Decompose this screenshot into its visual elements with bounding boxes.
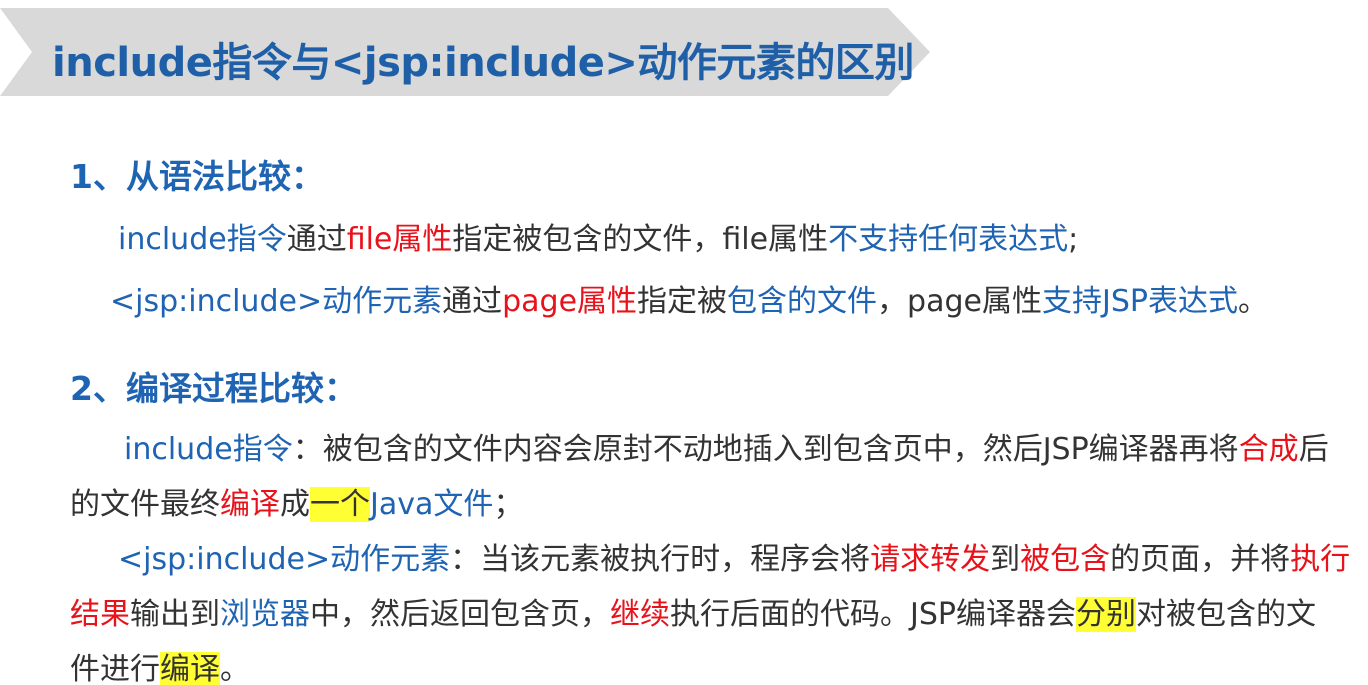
term-jsp-include-action: <jsp:include>动作元素 — [118, 542, 451, 577]
text: 的文件最终 — [70, 487, 220, 522]
term-include-directive: include指令 — [118, 222, 287, 257]
text: 。 — [1237, 284, 1268, 319]
emphasis-file-attr: file属性 — [346, 222, 453, 257]
text: 执行后面的代码。JSP编译器会 — [670, 597, 1076, 632]
section1-heading: 1、从语法比较： — [70, 157, 324, 196]
text: ，page属性 — [877, 284, 1042, 319]
text: 件进行 — [70, 652, 160, 685]
text: 对被包含的文 — [1135, 597, 1316, 632]
emphasis-included-file: 包含的文件 — [727, 284, 878, 319]
emphasis-jsp-expression: 支持JSP表达式 — [1041, 284, 1238, 319]
text: 的页面，并将 — [1110, 542, 1291, 577]
text: 到 — [990, 542, 1021, 577]
text: ：被包含的文件内容会原封不动地插入到包含页中，然后JSP编译器再将 — [292, 432, 1239, 467]
section2-p1-line2: 的文件最终编译成一个Java文件； — [70, 479, 523, 523]
term-include-directive: include指令 — [124, 432, 293, 467]
emphasis-merge: 合成 — [1238, 432, 1299, 467]
text: 后 — [1298, 432, 1329, 467]
text: 指定被包含的文件，file属性 — [452, 222, 829, 257]
text: 输出到 — [130, 597, 220, 632]
section1-line2: <jsp:include>动作元素通过page属性指定被包含的文件，page属性… — [110, 276, 1268, 320]
emphasis-result: 结果 — [70, 597, 130, 632]
highlight-one: 一个 — [310, 487, 370, 522]
emphasis-continue: 继续 — [610, 597, 670, 632]
emphasis-request-forward: 请求转发 — [870, 542, 991, 577]
emphasis-page-attr: page属性 — [502, 284, 638, 319]
highlight-separately: 分别 — [1075, 597, 1136, 632]
emphasis-execute: 执行 — [1290, 542, 1351, 577]
text: 中，然后返回包含页， — [310, 597, 610, 632]
section2-p2-line2: 结果输出到浏览器中，然后返回包含页，继续执行后面的代码。JSP编译器会分别对被包… — [70, 589, 1316, 633]
emphasis-included: 被包含 — [1020, 542, 1111, 577]
text: 通过 — [286, 222, 347, 257]
text: 指定被 — [637, 284, 728, 319]
text: ； — [493, 487, 524, 522]
term-browser: 浏览器 — [220, 597, 310, 632]
text: 。 — [220, 652, 250, 685]
section1-line1: include指令通过file属性指定被包含的文件，file属性不支持任何表达式… — [118, 214, 1078, 258]
term-java-file: Java文件 — [370, 487, 494, 522]
emphasis-compile: 编译 — [220, 487, 280, 522]
text: ; — [1068, 222, 1079, 257]
section2-heading: 2、编译过程比较： — [70, 369, 357, 408]
section2-p2-line3: 件进行编译。 — [70, 644, 250, 685]
text: 成 — [280, 487, 310, 522]
term-jsp-include-action: <jsp:include>动作元素 — [110, 284, 443, 319]
slide: include指令与<jsp:include>动作元素的区别 1、从语法比较： … — [0, 0, 1368, 685]
text: 通过 — [442, 284, 503, 319]
section2-p2-line1: <jsp:include>动作元素：当该元素被执行时，程序会将请求转发到被包含的… — [118, 534, 1350, 578]
section2-p1-line1: include指令：被包含的文件内容会原封不动地插入到包含页中，然后JSP编译器… — [124, 424, 1329, 468]
text: ：当该元素被执行时，程序会将 — [450, 542, 871, 577]
slide-title: include指令与<jsp:include>动作元素的区别 — [52, 40, 914, 86]
emphasis-no-expression: 不支持任何表达式 — [828, 222, 1069, 257]
highlight-compile: 编译 — [160, 652, 220, 685]
